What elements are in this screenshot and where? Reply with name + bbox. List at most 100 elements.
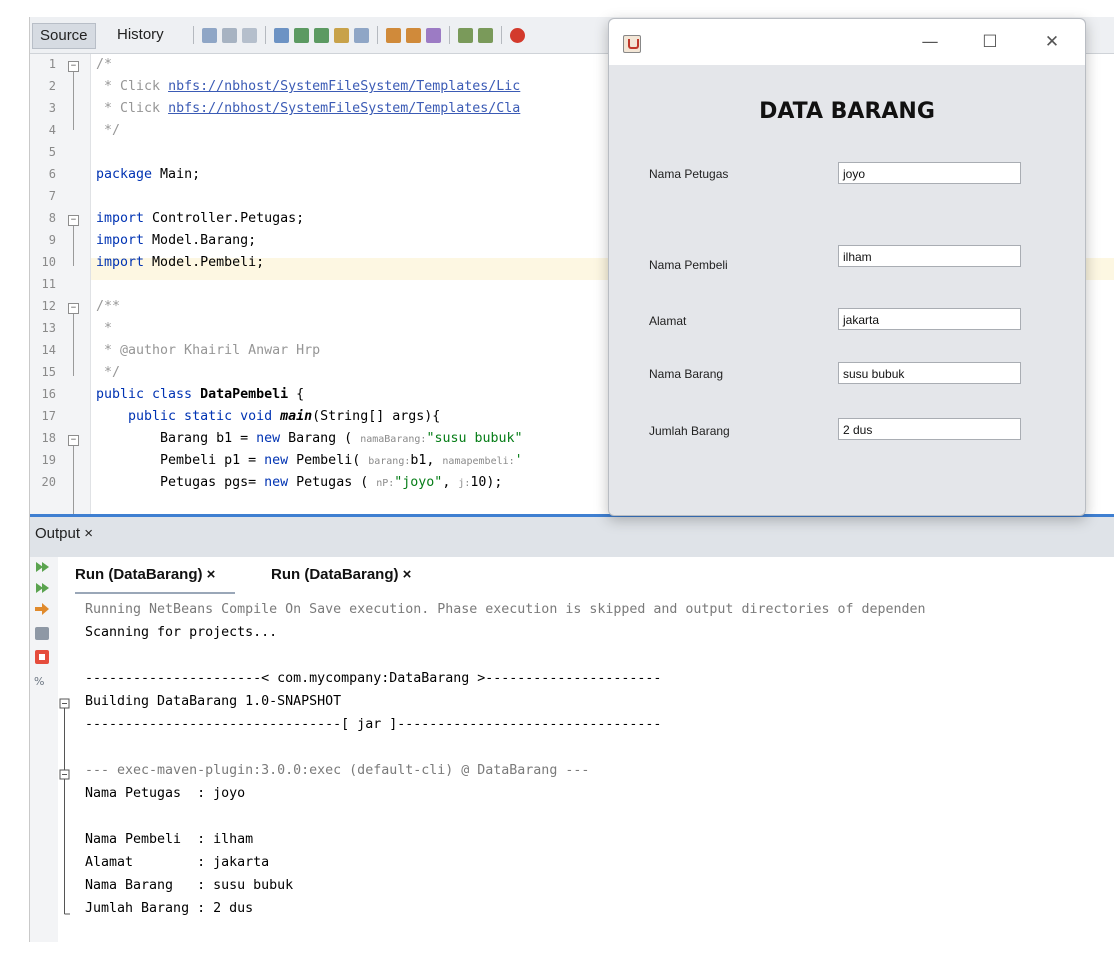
line-number: 8: [48, 211, 56, 225]
line-number: 2: [48, 79, 56, 93]
find-previous-icon[interactable]: [294, 27, 309, 43]
line-number: 17: [41, 409, 56, 423]
form-heading: DATA BARANG: [759, 99, 935, 124]
output-line: Nama Barang : susu bubuk: [85, 878, 294, 893]
code-line: * Click nbfs://nbhost/SystemFileSystem/T…: [96, 79, 521, 94]
code-line: * @author Khairil Anwar Hrp: [96, 343, 321, 358]
previous-bookmark-icon[interactable]: [386, 27, 401, 43]
nama-barang-label: Nama Barang: [649, 367, 724, 381]
run-tab[interactable]: Run (DataBarang) ×: [271, 566, 411, 583]
forward-icon[interactable]: [242, 27, 257, 43]
find-icon[interactable]: [274, 27, 289, 43]
fold-line: [73, 226, 74, 266]
next-bookmark-icon[interactable]: [406, 27, 421, 43]
line-number: 16: [41, 387, 56, 401]
nama-pembeli-label: Nama Pembeli: [649, 258, 728, 272]
line-number: 13: [41, 321, 56, 335]
line-number: 9: [48, 233, 56, 247]
fold-toggle-icon[interactable]: [59, 698, 70, 709]
line-number: 5: [48, 145, 56, 159]
record-macro-icon[interactable]: [510, 27, 525, 43]
find-selection-icon[interactable]: [334, 27, 349, 43]
output-tab[interactable]: Output ×: [35, 525, 93, 542]
line-number: 4: [48, 123, 56, 137]
line-number: 14: [41, 343, 56, 357]
toggle-highlight-icon[interactable]: [354, 27, 369, 43]
output-line: ----------------------< com.mycompany:Da…: [85, 671, 662, 686]
code-line: Barang b1 = new Barang ( namaBarang:"sus…: [96, 431, 523, 446]
code-line: /**: [96, 299, 121, 314]
code-line: package Main;: [96, 167, 201, 182]
fold-line: [73, 314, 74, 376]
svg-text:%: %: [34, 675, 44, 688]
line-number: 11: [41, 277, 56, 291]
find-next-icon[interactable]: [314, 27, 329, 43]
toolbar-icons: [190, 26, 525, 44]
fold-toggle-icon[interactable]: −: [68, 435, 79, 446]
code-line: *: [96, 321, 113, 336]
step-arrow-icon[interactable]: [35, 603, 49, 615]
rerun-icon[interactable]: [36, 562, 49, 572]
shift-right-icon[interactable]: [478, 27, 493, 43]
fold-toggle-icon[interactable]: −: [68, 215, 79, 226]
code-line: public class DataPembeli {: [96, 387, 305, 402]
tab-history[interactable]: History: [110, 23, 171, 47]
output-side-toolbar: %: [30, 557, 58, 942]
line-number: 10: [41, 255, 56, 269]
line-number: 1: [48, 57, 56, 71]
output-line: Jumlah Barang : 2 dus: [85, 901, 254, 916]
line-number: 12: [41, 299, 56, 313]
fold-toggle-icon[interactable]: −: [68, 303, 79, 314]
template-link[interactable]: nbfs://nbhost/SystemFileSystem/Templates…: [168, 101, 520, 116]
fold-toggle-icon[interactable]: −: [68, 61, 79, 72]
window-titlebar[interactable]: — ☐ ✕: [609, 19, 1085, 65]
alamat-label: Alamat: [649, 314, 687, 328]
line-number: 6: [48, 167, 56, 181]
shift-left-icon[interactable]: [458, 27, 473, 43]
code-line: import Controller.Petugas;: [96, 211, 305, 226]
toggle-bookmark-icon[interactable]: [426, 27, 441, 43]
line-number: 15: [41, 365, 56, 379]
nama-pembeli-field[interactable]: ilham: [838, 245, 1021, 267]
line-number: 7: [48, 189, 56, 203]
output-line: Running NetBeans Compile On Save executi…: [85, 602, 926, 617]
fold-toggle-icon[interactable]: [59, 769, 70, 780]
wrap-output-icon[interactable]: %: [34, 675, 44, 688]
minimize-button[interactable]: —: [915, 29, 945, 55]
java-cup-icon: [623, 35, 641, 53]
output-line: Building DataBarang 1.0-SNAPSHOT: [85, 694, 342, 709]
code-line: import Model.Barang;: [96, 233, 257, 248]
line-number: 3: [48, 101, 56, 115]
line-number-gutter: 1 2 3 4 5 6 7 8 9 10 11 12 13 14 15 16 1…: [30, 54, 91, 514]
settings-icon[interactable]: [35, 627, 49, 640]
last-edit-icon[interactable]: [202, 27, 217, 43]
template-link[interactable]: nbfs://nbhost/SystemFileSystem/Templates…: [168, 79, 520, 94]
output-line: Alamat : jakarta: [85, 855, 270, 870]
code-line: /*: [96, 57, 113, 72]
stop-icon[interactable]: [35, 650, 49, 664]
maximize-button[interactable]: ☐: [975, 29, 1005, 55]
line-number: 20: [41, 475, 56, 489]
tab-source[interactable]: Source: [32, 23, 96, 49]
code-line: public static void main(String[] args){: [96, 409, 441, 424]
jumlah-barang-field[interactable]: 2 dus: [838, 418, 1021, 440]
output-line: Nama Pembeli : ilham: [85, 832, 254, 847]
nama-petugas-field[interactable]: joyo: [838, 162, 1021, 184]
code-line: */: [96, 365, 121, 380]
back-icon[interactable]: [222, 27, 237, 43]
fold-line: [73, 72, 74, 130]
close-button[interactable]: ✕: [1037, 29, 1067, 55]
code-line: Pembeli p1 = new Pembeli( barang:b1, nam…: [96, 453, 523, 468]
code-line: * Click nbfs://nbhost/SystemFileSystem/T…: [96, 101, 521, 116]
run-tab[interactable]: Run (DataBarang) ×: [75, 566, 215, 583]
code-line: */: [96, 123, 121, 138]
active-run-tab-underline: [75, 592, 235, 594]
code-line: Petugas pgs= new Petugas ( nP:"joyo", j:…: [96, 475, 503, 490]
jumlah-barang-label: Jumlah Barang: [649, 424, 730, 438]
line-number: 18: [41, 431, 56, 445]
nama-barang-field[interactable]: susu bubuk: [838, 362, 1021, 384]
rerun-with-options-icon[interactable]: [36, 583, 49, 593]
data-barang-window: — ☐ ✕ DATA BARANG Nama Petugas joyo Nama…: [608, 18, 1086, 516]
alamat-field[interactable]: jakarta: [838, 308, 1021, 330]
output-fold-markers: [59, 698, 70, 915]
